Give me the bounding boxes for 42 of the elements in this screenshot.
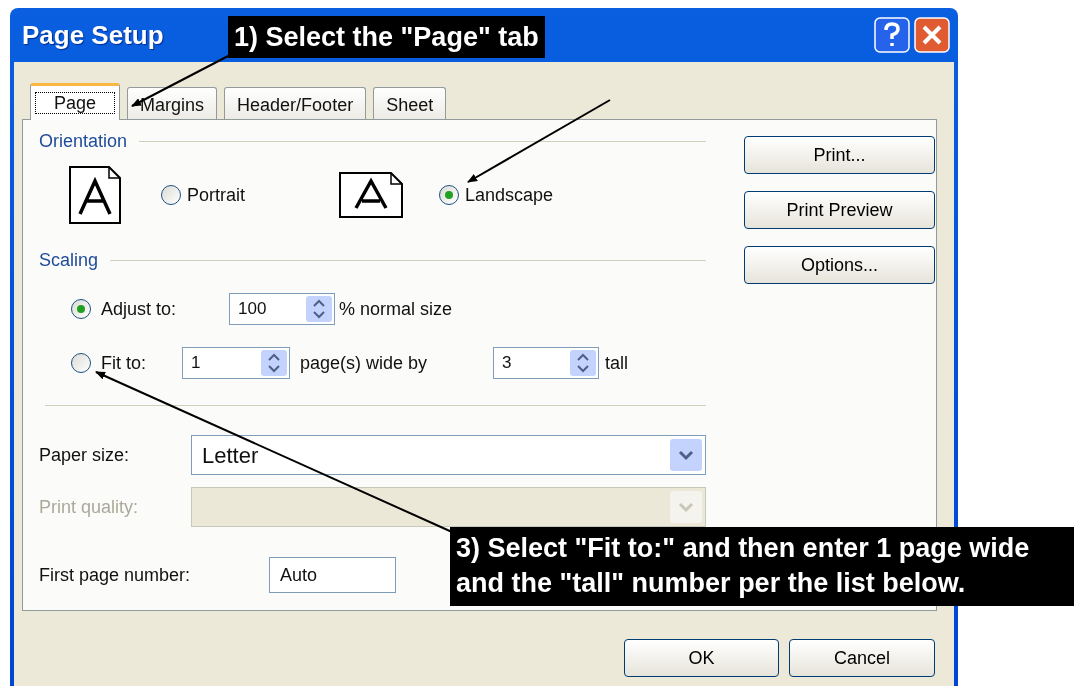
spin-field[interactable]: 3 — [493, 347, 599, 379]
field-label: Paper size: — [39, 443, 131, 467]
section-label: Scaling — [39, 249, 99, 272]
tab[interactable]: Margins — [127, 87, 218, 119]
spinner-icon[interactable] — [570, 350, 596, 376]
page-icon — [69, 166, 121, 224]
page-icon — [339, 172, 403, 218]
dialog-button[interactable]: Cancel — [789, 639, 935, 677]
help-icon[interactable] — [874, 17, 910, 53]
option-label: page(s) wide by — [300, 351, 429, 375]
input-field[interactable]: Auto — [269, 557, 396, 593]
tab[interactable]: Page — [30, 83, 121, 120]
dialog-button[interactable]: Options... — [744, 246, 935, 284]
callout: 1) Select the "Page" tab — [228, 16, 545, 58]
field-label: First page number: — [39, 563, 192, 587]
spin-field[interactable]: 1 — [182, 347, 290, 379]
dialog-button[interactable]: Print... — [744, 136, 935, 174]
spinner-icon[interactable] — [261, 350, 287, 376]
option-label: % normal size — [339, 297, 453, 321]
close-icon[interactable] — [914, 17, 950, 53]
select-field[interactable]: Letter — [191, 435, 706, 475]
option-label[interactable]: Landscape — [465, 181, 554, 209]
radio-button[interactable] — [71, 299, 91, 319]
chevron-icon[interactable] — [670, 439, 702, 471]
window-title: Page Setup — [22, 18, 164, 52]
radio-button[interactable] — [439, 185, 459, 205]
callout: 3) Select "Fit to:" and then enter 1 page wide and the "tall" number per the list below. — [450, 527, 1074, 606]
radio-button[interactable] — [71, 353, 91, 373]
chevron-icon — [670, 491, 702, 523]
option-label[interactable]: Portrait — [187, 181, 246, 209]
spinner-icon[interactable] — [306, 296, 332, 322]
spin-field[interactable]: 100 — [229, 293, 335, 325]
dialog-button[interactable]: Print Preview — [744, 191, 935, 229]
option-label[interactable]: Fit to: — [101, 349, 182, 377]
tab[interactable]: Header/Footer — [224, 87, 367, 119]
section-label: Orientation — [39, 130, 128, 153]
field-label: Print quality: — [39, 495, 140, 519]
tab[interactable]: Sheet — [373, 87, 447, 119]
radio-button[interactable] — [161, 185, 181, 205]
option-label[interactable]: Adjust to: — [101, 295, 229, 323]
option-label: tall — [605, 351, 628, 375]
dialog-button[interactable]: OK — [624, 639, 779, 677]
